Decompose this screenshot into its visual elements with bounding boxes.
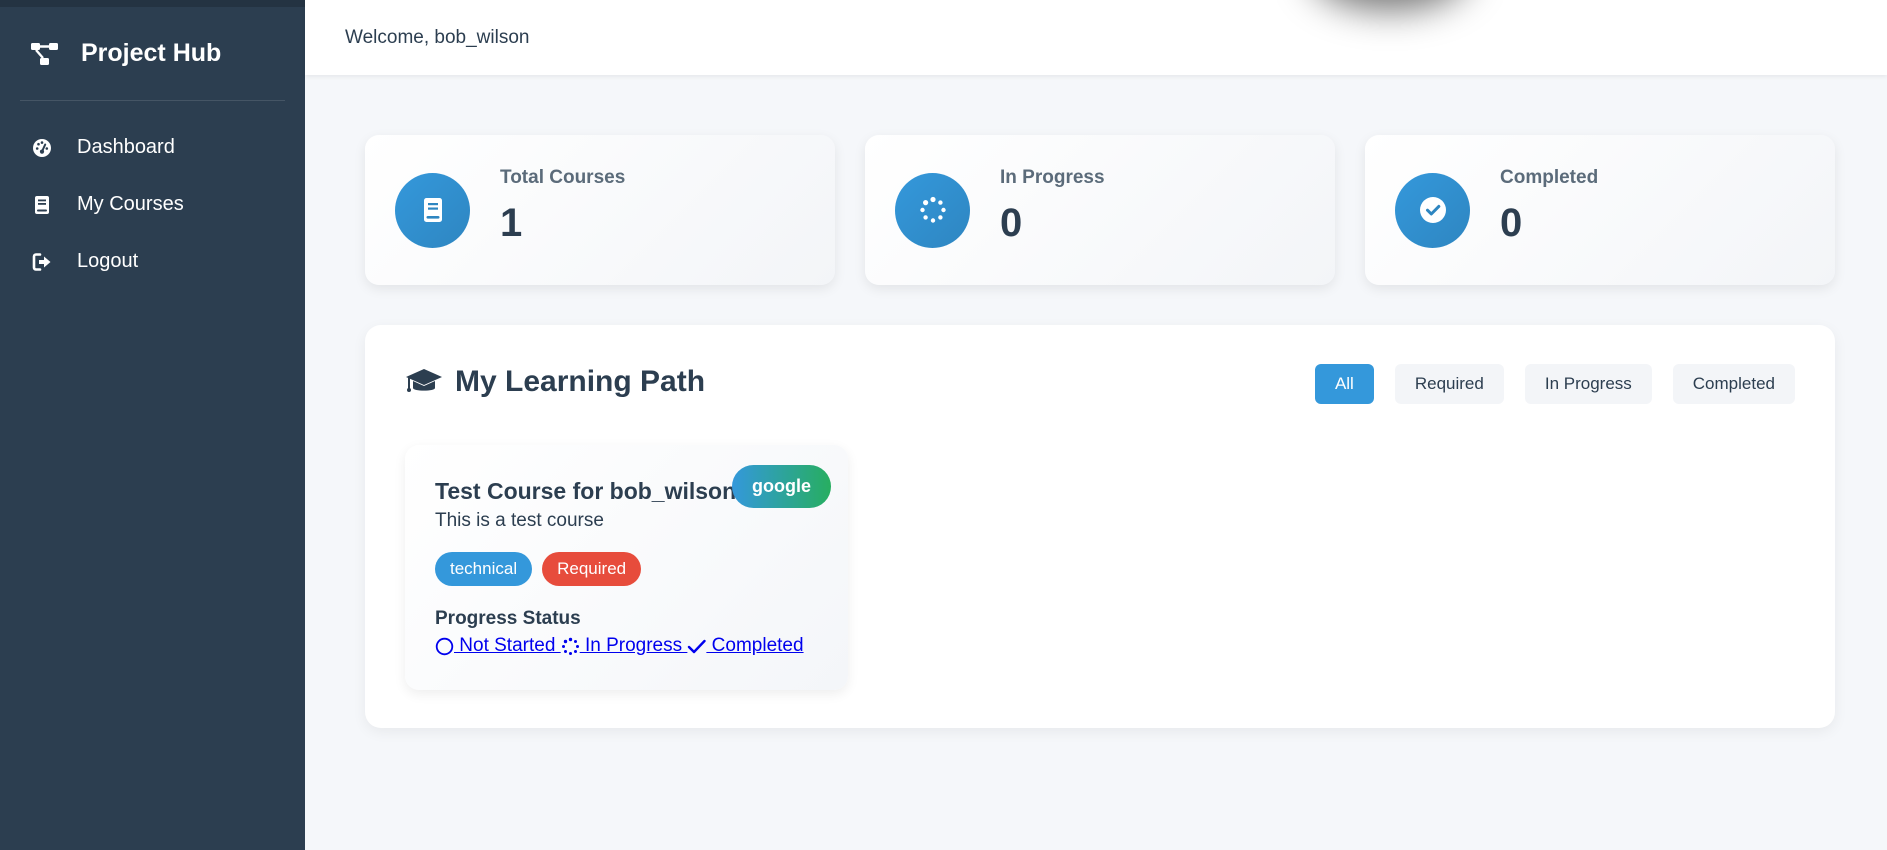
stat-label: In Progress xyxy=(1000,166,1105,188)
sidebar-item-label: My Courses xyxy=(77,193,184,215)
graduation-cap-icon xyxy=(406,369,442,392)
filter-in-progress-button[interactable]: In Progress xyxy=(1524,364,1652,404)
stat-value: 0 xyxy=(1500,200,1523,245)
tachometer-icon xyxy=(31,137,53,159)
spinner-icon xyxy=(919,196,946,223)
learning-path-panel: My Learning Path All Required In Progres… xyxy=(365,325,1835,728)
check-icon xyxy=(688,639,707,653)
filter-completed-button[interactable]: Completed xyxy=(1672,364,1795,404)
filter-required-button[interactable]: Required xyxy=(1394,364,1504,404)
brand[interactable]: Project Hub xyxy=(20,7,285,101)
status-link-label: Completed xyxy=(706,635,804,656)
sidebar-item-logout[interactable]: Logout xyxy=(0,233,305,290)
course-tags: technical Required xyxy=(435,552,651,586)
tag-technical: technical xyxy=(435,552,533,586)
sign-out-icon xyxy=(31,251,53,273)
stats-row: Total Courses 1 In Progress 0 Completed … xyxy=(365,135,1835,285)
status-completed-link[interactable]: Completed xyxy=(687,635,804,657)
stat-icon-circle xyxy=(1395,172,1470,248)
status-not-started-link[interactable]: Not Started xyxy=(435,635,561,657)
stat-icon-circle xyxy=(895,172,970,248)
course-description: This is a test course xyxy=(435,510,604,531)
learning-path-heading: My Learning Path xyxy=(405,365,705,399)
status-in-progress-link[interactable]: In Progress xyxy=(561,635,688,657)
progress-status-label: Progress Status xyxy=(435,608,581,629)
learning-path-title: My Learning Path xyxy=(455,365,706,398)
circle-icon xyxy=(435,637,454,655)
stat-value: 0 xyxy=(1000,200,1023,245)
status-link-label: In Progress xyxy=(579,635,688,656)
check-circle-icon xyxy=(1419,197,1446,223)
sidebar-item-label: Dashboard xyxy=(77,136,175,158)
sidebar-item-label: Logout xyxy=(77,250,139,272)
sidebar: Project Hub Dashboard My Courses Logout xyxy=(0,0,305,850)
filter-all-button[interactable]: All xyxy=(1314,364,1374,404)
course-card: Test Course for bob_wilson google This i… xyxy=(405,445,848,690)
status-link-label: Not Started xyxy=(454,635,561,656)
spinner-icon xyxy=(561,637,579,655)
tag-required: Required xyxy=(542,552,642,586)
progress-status-options: Not Started In Progress Completed xyxy=(435,635,804,657)
stat-card-in-progress: In Progress 0 xyxy=(865,135,1335,285)
book-icon xyxy=(423,198,442,222)
filter-group: All Required In Progress Completed xyxy=(1294,364,1795,404)
stat-card-total-courses: Total Courses 1 xyxy=(365,135,835,285)
stat-icon-circle xyxy=(395,172,470,248)
welcome-text: Welcome, bob_wilson xyxy=(345,26,530,48)
project-diagram-icon xyxy=(31,42,58,65)
stat-card-completed: Completed 0 xyxy=(1365,135,1835,285)
sidebar-nav: Dashboard My Courses Logout xyxy=(0,119,305,290)
sidebar-item-dashboard[interactable]: Dashboard xyxy=(0,119,305,176)
stat-label: Completed xyxy=(1500,166,1599,188)
stat-label: Total Courses xyxy=(500,166,626,188)
provider-badge: google xyxy=(732,465,831,508)
top-header: Welcome, bob_wilson xyxy=(305,0,1887,75)
sidebar-item-my-courses[interactable]: My Courses xyxy=(0,176,305,233)
stat-value: 1 xyxy=(500,200,523,245)
brand-title: Project Hub xyxy=(81,39,222,67)
header-shadow-decoration xyxy=(1310,0,1470,10)
book-icon xyxy=(31,194,53,216)
course-title: Test Course for bob_wilson xyxy=(435,478,737,504)
